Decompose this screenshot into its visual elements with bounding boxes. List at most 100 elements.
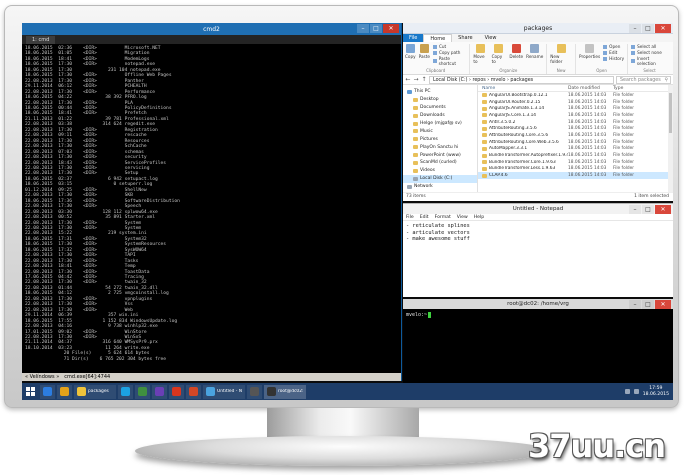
rename-button[interactable]: Rename xyxy=(526,44,543,59)
nav-item[interactable]: Documents xyxy=(403,104,477,112)
address-bar[interactable]: Local Disk (C:) › repos › mvelo › packag… xyxy=(429,75,614,84)
file-row[interactable]: AttributeRouting.Core.Web.3.5.6 18.06.201… xyxy=(478,139,673,146)
file-row[interactable]: AngularJS.Animate.1.3.14 18.06.2015 14:03… xyxy=(478,105,673,112)
delete-button[interactable]: Delete xyxy=(509,44,523,59)
nav-item[interactable]: This PC xyxy=(403,88,477,96)
notepad-titlebar[interactable]: Untitled - Notepad – □ ✕ xyxy=(403,204,673,214)
tab-home[interactable]: Home xyxy=(423,34,453,42)
volume-icon[interactable] xyxy=(633,389,639,394)
column-name[interactable]: Name xyxy=(478,86,568,91)
cmd-output[interactable]: 18.06.2015 02:36 <DIR> Microsoft.NET 18.0… xyxy=(22,44,401,364)
menu-help[interactable]: Help xyxy=(474,215,484,220)
menu-format[interactable]: Format xyxy=(435,215,451,220)
terminal-output[interactable]: mvelo:~ xyxy=(403,309,673,321)
close-icon[interactable]: ✕ xyxy=(383,24,399,33)
nav-item[interactable]: ScanMd (curled) xyxy=(403,159,477,167)
close-icon[interactable]: ✕ xyxy=(655,300,671,309)
taskbar-button[interactable] xyxy=(247,384,262,399)
file-row[interactable]: AutoMapper.3.3.1 18.06.2015 14:03 File fol… xyxy=(478,146,673,153)
select-none-button[interactable]: Select none xyxy=(631,50,668,55)
taskbar-button[interactable] xyxy=(152,384,167,399)
maximize-icon[interactable]: □ xyxy=(642,205,654,214)
scrollbar[interactable] xyxy=(668,85,673,192)
menu-edit[interactable]: Edit xyxy=(420,215,429,220)
minimize-icon[interactable]: – xyxy=(629,24,641,33)
clock[interactable]: 17:59 18.06.2015 xyxy=(643,386,669,397)
tab-file[interactable]: File xyxy=(403,34,424,42)
move-to-button[interactable]: Move to xyxy=(473,44,488,64)
cmd-tab[interactable]: 1: cmd xyxy=(26,35,56,44)
explorer-titlebar[interactable]: packages – □ ✕ xyxy=(403,23,673,34)
edit-button[interactable]: Edit xyxy=(603,50,624,55)
notepad-window[interactable]: Untitled - Notepad – □ ✕ File Edit Forma… xyxy=(403,203,673,297)
invert-selection-button[interactable]: Invert selection xyxy=(631,56,668,66)
paste-shortcut-button[interactable]: Paste shortcut xyxy=(432,56,466,66)
column-type[interactable]: Type xyxy=(613,86,643,91)
column-date[interactable]: Date modified xyxy=(568,86,613,91)
back-arrow-icon[interactable]: ← xyxy=(405,76,411,83)
file-row[interactable]: BundleTransformer.Autoprefixer.1.9.47 18.… xyxy=(478,152,673,159)
taskbar-button[interactable] xyxy=(186,384,201,399)
notepad-text-area[interactable]: - reticulate splines - articulate vector… xyxy=(403,221,673,245)
taskbar-button[interactable] xyxy=(135,384,150,399)
file-row[interactable]: AngularUI.Bootstrap.0.12.1 18.06.2015 14:… xyxy=(478,92,673,99)
taskbar-button[interactable] xyxy=(57,384,72,399)
cut-button[interactable]: Cut xyxy=(432,44,466,49)
properties-button[interactable]: Properties xyxy=(579,44,600,59)
taskbar-button[interactable]: root@dc02: /home xyxy=(264,384,306,399)
forward-arrow-icon[interactable]: → xyxy=(413,76,419,83)
nav-item[interactable]: PowerPoint (www) xyxy=(403,151,477,159)
cmd-window[interactable]: cmd2 – □ ✕ 1: cmd 18.06.2015 02:36 <DIR>… xyxy=(22,23,402,381)
nav-item[interactable]: Music xyxy=(403,127,477,135)
close-icon[interactable]: ✕ xyxy=(655,24,671,33)
file-row[interactable]: BundleTransformer.Less.1.9.63 18.06.2015 … xyxy=(478,166,673,173)
maximize-icon[interactable]: □ xyxy=(642,300,654,309)
select-all-button[interactable]: Select all xyxy=(631,44,668,49)
nav-item[interactable]: Videos xyxy=(403,167,477,175)
up-arrow-icon[interactable]: ↑ xyxy=(421,76,427,83)
cmd-titlebar[interactable]: cmd2 – □ ✕ xyxy=(22,23,401,35)
paste-button[interactable]: Paste xyxy=(419,44,430,59)
file-row[interactable]: Antlr.3.5.0.2 18.06.2015 14:03 File folder xyxy=(478,119,673,126)
terminal-window[interactable]: root@dc02: /home/vrg – □ ✕ mvelo:~ xyxy=(403,299,673,383)
minimize-icon[interactable]: – xyxy=(357,24,369,33)
nav-item[interactable]: Helge (mjgaf@ sv) xyxy=(403,120,477,128)
file-row[interactable]: CLAP.4.6 18.06.2015 14:03 File folder xyxy=(478,172,673,179)
nav-item[interactable]: Downloads xyxy=(403,112,477,120)
taskbar-button[interactable] xyxy=(118,384,133,399)
file-row[interactable]: AttributeRouting.3.5.6 18.06.2015 14:03 Fi… xyxy=(478,125,673,132)
copy-button[interactable]: Copy xyxy=(405,44,416,59)
history-button[interactable]: History xyxy=(603,56,624,61)
copy-path-button[interactable]: Copy path xyxy=(432,50,466,55)
minimize-icon[interactable]: – xyxy=(629,205,641,214)
taskbar-button[interactable]: packages xyxy=(74,384,116,399)
file-row[interactable]: BundleTransformer.Core.1.9.63 18.06.2015 … xyxy=(478,159,673,166)
network-icon[interactable] xyxy=(624,389,630,394)
explorer-window[interactable]: packages – □ ✕ File Home Share View Copy… xyxy=(403,23,673,201)
menu-view[interactable]: View xyxy=(457,215,468,220)
file-row[interactable]: AngularUI.Router.0.2.15 18.06.2015 14:03 F… xyxy=(478,99,673,106)
menu-file[interactable]: File xyxy=(406,215,414,220)
maximize-icon[interactable]: □ xyxy=(642,24,654,33)
maximize-icon[interactable]: □ xyxy=(370,24,382,33)
tab-share[interactable]: Share xyxy=(452,34,478,42)
taskbar-button[interactable]: Untitled - Notepad xyxy=(203,384,245,399)
nav-item[interactable]: Local Disk (C:) xyxy=(403,174,477,183)
file-row[interactable]: AngularJS.Core.1.3.14 18.06.2015 14:03 Fil… xyxy=(478,112,673,119)
terminal-titlebar[interactable]: root@dc02: /home/vrg – □ ✕ xyxy=(403,299,673,309)
nav-item[interactable]: PlayOn Sanctu hi xyxy=(403,143,477,151)
close-icon[interactable]: ✕ xyxy=(655,205,671,214)
new-folder-button[interactable]: New folder xyxy=(550,44,572,64)
search-input[interactable]: Search packages ⚲ xyxy=(616,75,671,84)
copy-to-button[interactable]: Copy to xyxy=(492,44,507,64)
nav-item[interactable]: Desktop xyxy=(403,96,477,104)
taskbar-button[interactable] xyxy=(169,384,184,399)
nav-item[interactable]: Pictures xyxy=(403,135,477,143)
nav-item[interactable]: Network xyxy=(403,183,477,191)
open-button[interactable]: Open xyxy=(603,44,624,49)
start-button[interactable] xyxy=(24,385,38,398)
file-row[interactable]: AttributeRouting.Core.3.5.6 18.06.2015 14… xyxy=(478,132,673,139)
minimize-icon[interactable]: – xyxy=(629,300,641,309)
scrollbar-thumb[interactable] xyxy=(669,93,672,133)
taskbar-button[interactable] xyxy=(40,384,55,399)
